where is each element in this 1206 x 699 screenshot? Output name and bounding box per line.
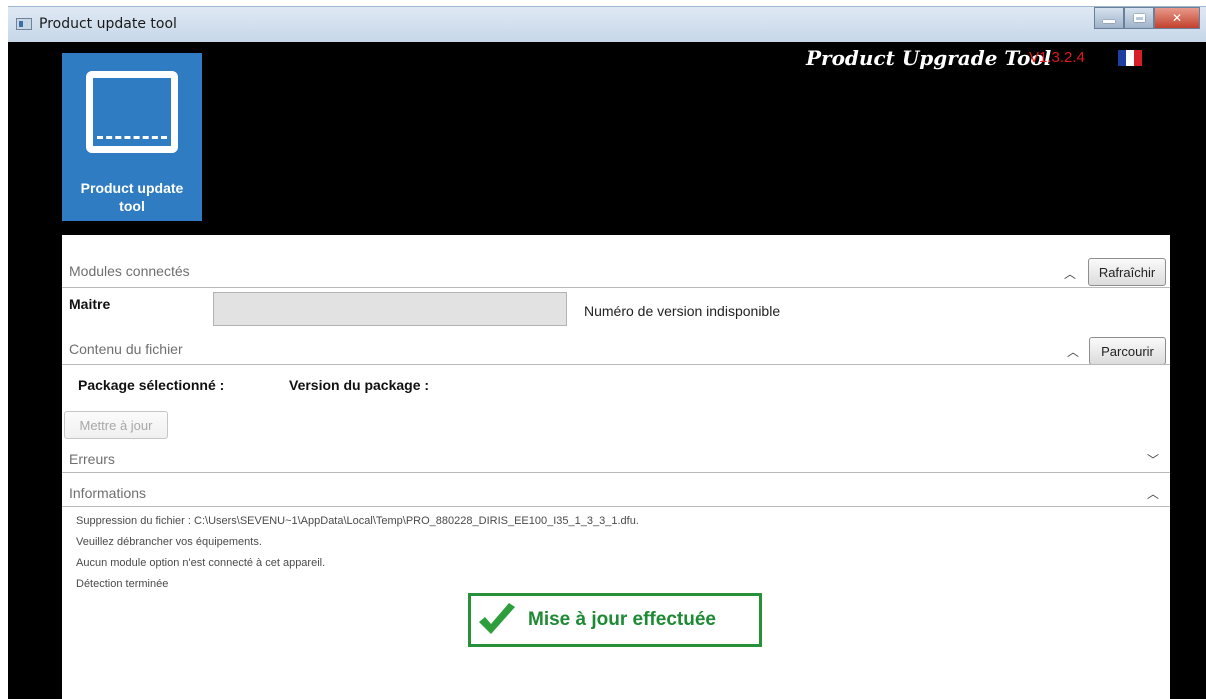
divider — [62, 287, 1170, 288]
brand-title: Product Upgrade Tool — [806, 46, 1051, 70]
product-update-tile[interactable]: Product update tool — [62, 53, 202, 221]
log-line: Aucun module option n'est connecté à cet… — [76, 557, 326, 569]
divider — [62, 506, 1170, 507]
tile-label-line1: Product update — [80, 180, 184, 196]
package-version-label: Version du package : — [289, 377, 430, 393]
minimize-button[interactable] — [1094, 7, 1124, 29]
chevron-up-icon[interactable]: ︿ — [1146, 485, 1160, 502]
app-icon — [16, 18, 32, 30]
brand-name: Product Upgrade Tool — [806, 46, 1052, 70]
informations-section-title: Informations — [69, 485, 147, 501]
monitor-icon — [86, 71, 178, 153]
errors-section-title: Erreurs — [69, 451, 115, 467]
checkmark-icon — [479, 603, 515, 634]
chevron-down-icon[interactable]: ﹀ — [1146, 451, 1160, 468]
tile-label-line2: tool — [119, 198, 145, 214]
chevron-up-icon[interactable]: ︿ — [1063, 265, 1077, 282]
main-panel: Modules connectés ︿ Rafraîchir Maitre Nu… — [62, 235, 1170, 699]
window-title: Product update tool — [39, 16, 177, 32]
maximize-icon — [1133, 14, 1145, 22]
success-banner: Mise à jour effectuée — [468, 593, 762, 647]
package-selected-label: Package sélectionné : — [78, 377, 225, 393]
success-message: Mise à jour effectuée — [528, 609, 716, 630]
master-label: Maitre — [69, 296, 111, 312]
window-titlebar[interactable]: Product update tool ✕ — [8, 6, 1206, 43]
minimize-icon — [1103, 19, 1115, 23]
file-section-title: Contenu du fichier — [69, 341, 183, 357]
close-icon: ✕ — [1171, 11, 1183, 25]
version-label: V1.3.2.4 — [1029, 49, 1085, 66]
flag-france-icon[interactable] — [1118, 50, 1142, 66]
refresh-button[interactable]: Rafraîchir — [1088, 258, 1166, 286]
divider — [62, 472, 1170, 473]
tile-label: Product update tool — [62, 179, 202, 215]
log-line: Veuillez débrancher vos équipements. — [76, 536, 262, 548]
divider — [62, 364, 1170, 365]
modules-section-title: Modules connectés — [69, 263, 190, 279]
version-status: Numéro de version indisponible — [584, 303, 781, 319]
maximize-button[interactable] — [1124, 7, 1154, 29]
window-controls: ✕ — [1094, 7, 1200, 29]
information-log: Suppression du fichier : C:\Users\SEVENU… — [76, 511, 639, 595]
log-line: Suppression du fichier : C:\Users\SEVENU… — [76, 515, 639, 527]
close-button[interactable]: ✕ — [1154, 7, 1200, 29]
browse-button[interactable]: Parcourir — [1089, 337, 1166, 365]
update-button[interactable]: Mettre à jour — [64, 411, 168, 439]
master-module-field — [213, 292, 567, 326]
chevron-up-icon[interactable]: ︿ — [1066, 343, 1080, 360]
log-line: Détection terminée — [76, 578, 169, 590]
